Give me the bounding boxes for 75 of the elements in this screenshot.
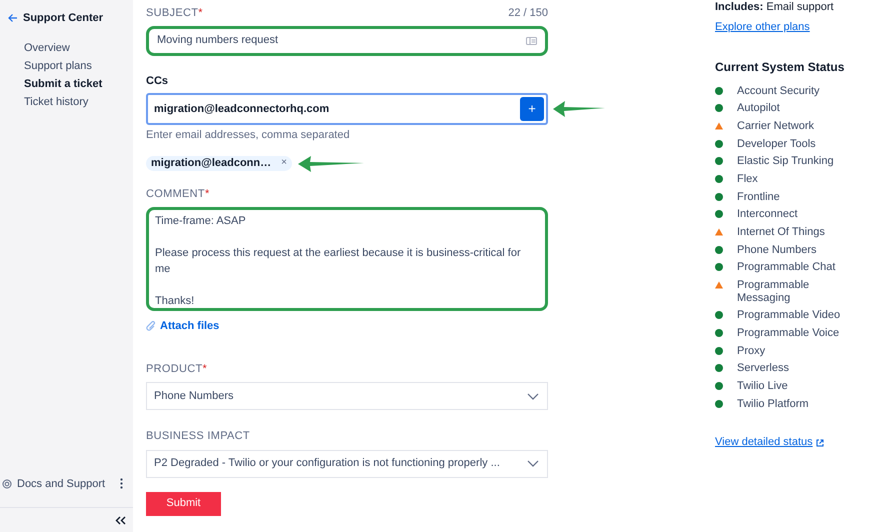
required-mark: * — [198, 6, 202, 21]
double-chevron-icon — [115, 516, 126, 524]
status-item: Account Security — [737, 84, 821, 97]
attach-files-link[interactable]: Attach files — [146, 318, 548, 334]
status-item: Internet Of Things — [737, 226, 826, 238]
status-dot-icon — [715, 311, 723, 320]
select-field[interactable]: P2 Degraded - Twilio or your configuration is not functioning properly ... — [146, 450, 548, 478]
card-icon — [526, 36, 537, 44]
status-dot-icon — [715, 174, 723, 183]
chevron-down-icon — [527, 392, 539, 400]
helper-text: Enter email addresses, comma separated — [146, 128, 351, 143]
warning-triangle-icon — [715, 228, 723, 236]
warning-triangle-icon — [715, 122, 723, 130]
status-dot-icon — [715, 192, 723, 201]
status-item: Carrier Network — [737, 120, 816, 132]
status-item: Frontline — [737, 190, 781, 204]
status-dot-icon — [715, 364, 723, 372]
status-item: Elastic Sip Trunking — [737, 155, 835, 168]
comment-field[interactable]: Time-frame: ASAP Please process this request at the earliest because it is business-critical for me Thanks! — [146, 207, 548, 311]
status-dot-icon — [715, 382, 723, 390]
char-counter: 22 / 150 — [508, 6, 548, 21]
status-dot-icon — [715, 246, 723, 254]
more-options-button[interactable] — [118, 478, 125, 490]
status-dot-icon — [715, 346, 723, 355]
status-dot-icon — [715, 400, 723, 408]
status-dot-icon — [715, 86, 723, 94]
status-item: Developer Tools — [737, 138, 817, 150]
nav-item[interactable]: Support plans — [24, 58, 133, 74]
external-link-icon — [816, 438, 824, 447]
lifebuoy-icon — [2, 478, 12, 489]
paperclip-icon — [146, 320, 156, 332]
back-arrow-icon — [8, 13, 18, 24]
status-item: Programmable Chat — [737, 261, 836, 274]
chevron-down-icon — [527, 460, 539, 467]
status-dot-icon — [715, 328, 723, 337]
detailed-status-link[interactable]: View detailed status — [715, 434, 885, 451]
status-dot-icon — [715, 157, 723, 166]
warning-triangle-icon — [715, 281, 723, 290]
submit-button[interactable]: Submit — [146, 492, 221, 516]
status-item: Serverless — [737, 362, 790, 375]
status-item: Proxy — [737, 344, 766, 358]
cc-field[interactable]: migration@leadconnectorhq.com + — [146, 93, 548, 125]
status-item: Autopilot — [737, 102, 781, 115]
nav-item[interactable]: Overview — [24, 40, 133, 56]
subject-field[interactable]: Moving numbers request — [146, 26, 548, 56]
field-label: BUSINESS IMPACT — [146, 429, 250, 444]
section-heading: Current System Status — [715, 58, 846, 76]
field-label: PRODUCT — [146, 362, 202, 376]
docs-link[interactable]: Docs and Support — [2, 476, 106, 492]
email-chip: migration@leadconn… × — [146, 156, 292, 170]
field-label: COMMENT — [146, 186, 205, 202]
status-item: Phone Numbers — [737, 244, 818, 256]
field-label: CCs — [146, 74, 170, 88]
status-item: Twilio Platform — [737, 398, 810, 410]
status-dot-icon — [715, 210, 723, 218]
explore-plans-link[interactable]: Explore other plans — [715, 19, 885, 36]
required-mark: * — [204, 186, 210, 202]
select-field[interactable]: Phone Numbers — [146, 382, 548, 410]
field-label: SUBJECT — [146, 6, 198, 21]
status-dot-icon — [715, 263, 723, 272]
status-dot-icon — [715, 104, 723, 112]
back-link[interactable]: Support Center — [8, 10, 104, 26]
status-dot-icon — [715, 140, 723, 148]
status-item: Twilio Live — [737, 380, 789, 392]
status-item: Programmable Messaging — [737, 279, 810, 304]
status-item: Programmable Video — [737, 309, 842, 322]
remove-button[interactable]: × — [281, 158, 287, 168]
required-mark: * — [202, 362, 207, 376]
status-item: Programmable Voice — [737, 326, 840, 340]
nav-item[interactable]: Submit a ticket — [24, 76, 133, 92]
status-item: Interconnect — [737, 208, 799, 221]
add-button[interactable]: + — [520, 97, 544, 121]
nav-item[interactable]: Ticket history — [24, 94, 133, 110]
plan-includes: Includes: Email support — [715, 1, 835, 14]
status-item: Flex — [737, 172, 759, 186]
